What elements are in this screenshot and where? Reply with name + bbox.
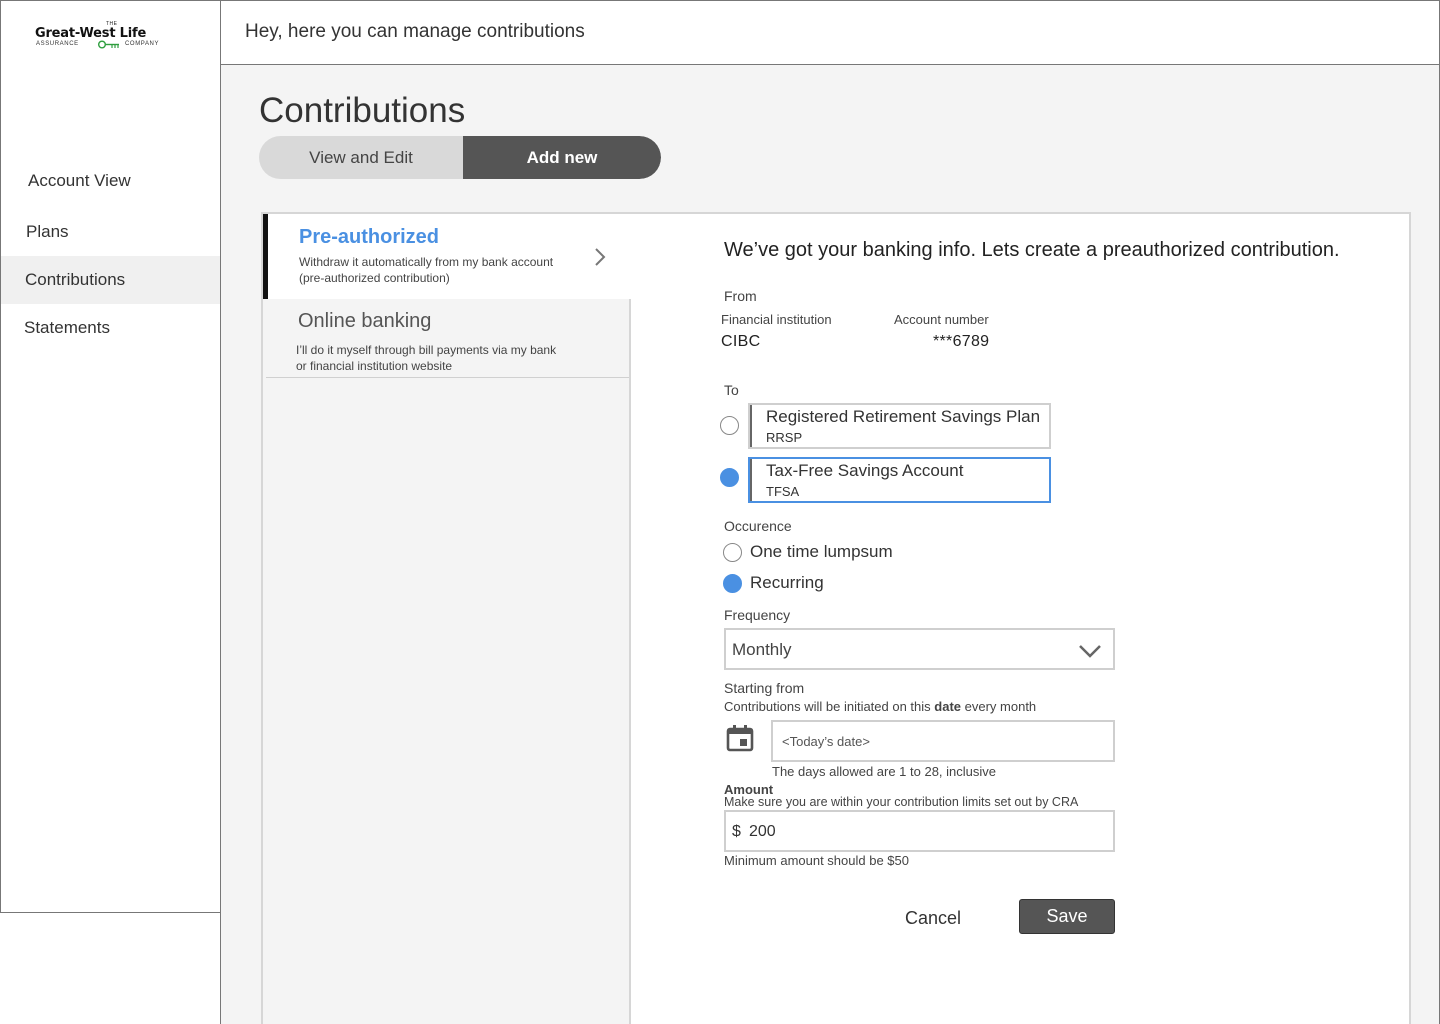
method-pre-authorized[interactable]: Pre-authorized Withdraw it automatically… [263, 214, 631, 299]
start-date-placeholder: <Today’s date> [782, 734, 870, 749]
key-icon [98, 40, 119, 49]
tab-add-new[interactable]: Add new [463, 136, 661, 179]
sidebar-item-statements[interactable]: Statements [1, 304, 220, 352]
tab-view-and-edit[interactable]: View and Edit [259, 136, 463, 179]
chevron-down-icon [1079, 645, 1101, 658]
amount-input[interactable]: $ 200 [724, 810, 1115, 852]
method-panel-background [263, 298, 631, 1024]
account-option-tfsa[interactable]: Tax-Free Savings Account TFSA [748, 457, 1051, 503]
to-label: To [724, 382, 739, 398]
main-content: Contributions View and Edit Add new Pre-… [221, 65, 1440, 1024]
logo-subtitle-right: COMPANY [125, 41, 160, 47]
contribution-card: Pre-authorized Withdraw it automatically… [261, 212, 1411, 1024]
starting-help-bold: date [934, 699, 962, 714]
save-button[interactable]: Save [1019, 899, 1115, 934]
starting-help-text: Contributions will be initiated on this [724, 699, 935, 714]
frequency-select[interactable]: Monthly [724, 628, 1115, 670]
currency-symbol: $ [732, 823, 741, 840]
sidebar-item-plans[interactable]: Plans [1, 208, 220, 256]
starting-help: Contributions will be initiated on this … [724, 699, 1036, 714]
account-name: Registered Retirement Savings Plan [766, 407, 1041, 426]
frequency-label: Frequency [724, 607, 791, 623]
account-option-rrsp[interactable]: Registered Retirement Savings Plan RRSP [748, 403, 1051, 449]
tfsa-radio[interactable] [720, 468, 739, 487]
one-time-label[interactable]: One time lumpsum [750, 542, 893, 562]
occurrence-label: Occurence [724, 518, 792, 534]
account-name: Tax-Free Savings Account [766, 461, 964, 480]
amount-value: 200 [749, 823, 776, 840]
logo-wordmark: Great-West Life [35, 26, 147, 41]
recurring-label[interactable]: Recurring [750, 573, 824, 593]
sidebar-item-contributions[interactable]: Contributions [1, 256, 220, 304]
recurring-radio[interactable] [723, 574, 742, 593]
account-number-value: ***6789 [933, 333, 990, 350]
method-title: Pre-authorized [299, 226, 440, 248]
amount-help: Make sure you are within your contributi… [724, 795, 1079, 809]
institution-label: Financial institution [721, 312, 832, 327]
account-code: TFSA [766, 484, 800, 499]
chevron-right-icon [595, 248, 606, 266]
cancel-button[interactable]: Cancel [893, 901, 973, 935]
method-title: Online banking [298, 310, 432, 332]
method-online-banking[interactable]: Online banking I’ll do it myself through… [266, 300, 629, 378]
institution-value: CIBC [721, 333, 761, 350]
sidebar-item-label: Contributions [25, 270, 126, 289]
frequency-value: Monthly [732, 640, 792, 659]
header-greeting: Hey, here you can manage contributions [245, 21, 585, 42]
top-bar: Hey, here you can manage contributions [221, 0, 1440, 65]
company-logo[interactable]: THE Great-West Life ASSURANCE COMPANY [35, 21, 187, 51]
starting-help-text-end: every month [961, 699, 1037, 714]
method-description: I’ll do it myself through bill payments … [296, 343, 557, 373]
sidebar-item-label: Account View [28, 171, 131, 190]
method-description: Withdraw it automatically from my bank a… [299, 255, 554, 285]
account-number-label: Account number [894, 312, 989, 327]
start-date-input[interactable]: <Today’s date> [771, 720, 1115, 762]
from-label: From [724, 288, 757, 304]
sidebar: THE Great-West Life ASSURANCE COMPANY Ac… [0, 0, 221, 913]
start-date-note: The days allowed are 1 to 28, inclusive [772, 764, 997, 779]
page-title: Contributions [259, 91, 466, 130]
rrsp-radio[interactable] [720, 416, 739, 435]
logo-subtitle-left: ASSURANCE [36, 41, 79, 47]
sidebar-item-label: Plans [26, 222, 69, 241]
view-toggle: View and Edit Add new [259, 136, 661, 179]
amount-note: Minimum amount should be $50 [724, 853, 909, 868]
sidebar-item-label: Statements [24, 318, 110, 337]
calendar-icon[interactable] [726, 724, 754, 752]
one-time-radio[interactable] [723, 543, 742, 562]
form-headline: We’ve got your banking info. Lets create… [724, 239, 1340, 261]
starting-from-label: Starting from [724, 680, 805, 696]
account-code: RRSP [766, 430, 803, 445]
sidebar-item-account-view[interactable]: Account View [1, 157, 220, 205]
